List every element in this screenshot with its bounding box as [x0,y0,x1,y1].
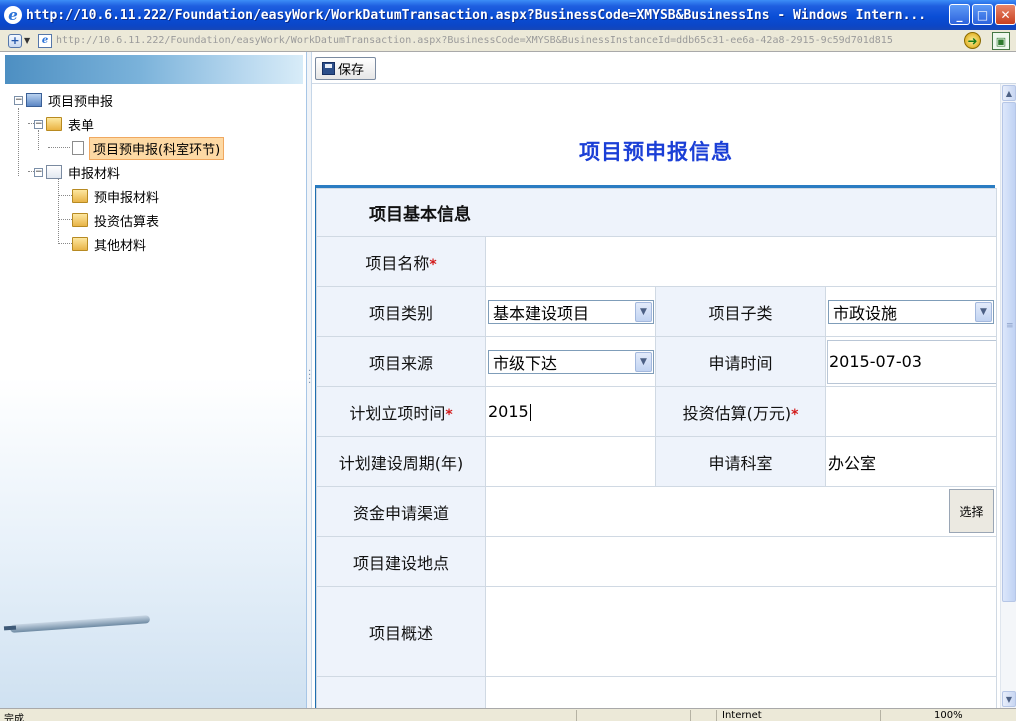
choose-button[interactable]: 选择 [949,489,994,533]
investment-field[interactable] [825,386,997,437]
document-icon [72,141,84,155]
ie-icon: e [4,6,22,24]
location-label: 项目建设地点 [316,536,486,587]
tree-item-forms[interactable]: − 表单 [34,114,97,134]
department-value: 办公室 [825,436,997,487]
project-form: 项目基本信息 项目名称* 项目类别 基本建设项目 ▼ 项目子类 市政设施 ▼ 项… [316,188,997,708]
overview-label: 项目概述 [316,586,486,677]
folder-icon [72,237,88,251]
panel-banner [5,55,303,84]
scroll-down-icon[interactable]: ▼ [1002,691,1016,707]
maximize-button[interactable]: □ [972,4,993,25]
scroll-thumb[interactable] [1002,102,1016,602]
chevron-down-icon[interactable]: ▼ [975,301,992,322]
collapse-icon[interactable]: − [34,119,43,129]
form-container: 项目基本信息 项目名称* 项目类别 基本建设项目 ▼ 项目子类 市政设施 ▼ 项… [315,185,997,708]
chevron-down-icon[interactable]: ▼ [635,301,652,322]
add-favorite-icon[interactable]: + [8,33,22,48]
background-decoration [0,378,306,708]
project-category-select[interactable]: 基本建设项目 ▼ [488,299,654,324]
security-zone: Internet [722,710,762,721]
close-button[interactable]: ✕ [995,4,1016,25]
overview-field[interactable] [485,586,997,677]
apply-time-label: 申请时间 [655,336,826,387]
period-field[interactable] [485,436,656,487]
toolbar: 保存 [312,52,1016,84]
planned-time-field[interactable]: 2015 [485,386,656,437]
required-mark: * [429,256,437,273]
vertical-scrollbar[interactable]: ▲ ▼ [1000,84,1016,708]
project-name-label: 项目名称* [316,236,486,287]
chevron-down-icon[interactable]: ▼ [635,351,652,372]
tree-item-material[interactable]: 投资估算表 [72,210,162,230]
url-field[interactable]: http://10.6.11.222/Foundation/easyWork/W… [56,35,956,46]
tree-item-material[interactable]: 其他材料 [72,234,149,254]
project-source-label: 项目来源 [316,336,486,387]
funding-label: 资金申请渠道 [316,486,486,537]
window-title: http://10.6.11.222/Foundation/easyWork/W… [26,7,927,23]
folder-icon [72,189,88,203]
department-label: 申请科室 [655,436,826,487]
investment-label: 投资估算(万元)* [655,386,826,437]
page-title: 项目预申报信息 [579,140,733,164]
navigation-panel: − 项目预申报 − 表单 项目预申报(科室环节) − 申报材料 预申报材料 投资… [0,52,307,708]
funding-field[interactable]: 选择 [485,486,997,537]
compatibility-icon[interactable]: ▣ [992,32,1010,50]
zoom-level[interactable]: 100% [934,710,963,721]
form-content: 项目预申报信息 项目基本信息 项目名称* 项目类别 基本建设项目 ▼ 项目子类 … [312,84,1002,708]
tree-item-root[interactable]: − 项目预申报 [14,90,116,110]
collapse-icon[interactable]: − [34,167,43,177]
go-icon[interactable]: ➜ [964,32,981,49]
folder-icon [72,213,88,227]
location-field[interactable] [485,536,997,587]
save-button[interactable]: 保存 [315,57,376,80]
required-mark: * [791,406,799,423]
next-row-label [316,676,486,708]
window-titlebar[interactable]: e http://10.6.11.222/Foundation/easyWork… [0,0,1016,30]
planned-time-label: 计划立项时间* [316,386,486,437]
materials-icon [46,165,62,179]
project-subcategory-select[interactable]: 市政设施 ▼ [828,299,994,324]
page-icon: e [38,33,52,48]
next-row-field[interactable] [485,676,997,708]
status-bar: 完成 Internet 100% [0,708,1016,721]
minimize-button[interactable]: _ [949,4,970,25]
folder-open-icon [46,117,62,131]
scroll-up-icon[interactable]: ▲ [1002,85,1016,101]
dropdown-arrow-icon[interactable]: ▼ [24,36,32,45]
text-cursor [529,404,531,421]
period-label: 计划建设周期(年) [316,436,486,487]
project-name-field[interactable] [485,236,997,287]
save-button-label: 保存 [338,63,365,78]
pen-tip-image [3,625,17,631]
project-subcategory-label: 项目子类 [655,286,826,337]
status-text: 完成 [4,714,24,721]
tree-item-materials[interactable]: − 申报材料 [34,162,123,182]
section-title: 项目基本信息 [316,188,997,237]
project-source-select[interactable]: 市级下达 ▼ [488,349,654,374]
tree-item-selected-form[interactable]: 项目预申报(科室环节) [70,136,225,160]
project-category-label: 项目类别 [316,286,486,337]
tree-item-material[interactable]: 预申报材料 [72,186,162,206]
apply-time-field[interactable]: 2015-07-03 [827,339,996,384]
project-icon [26,93,42,107]
splitter-grip-icon: · · · · [308,366,312,389]
floppy-disk-icon [322,62,335,75]
required-mark: * [445,406,453,423]
collapse-icon[interactable]: − [14,95,23,105]
address-bar: + ▼ e http://10.6.11.222/Foundation/easy… [0,30,1016,52]
